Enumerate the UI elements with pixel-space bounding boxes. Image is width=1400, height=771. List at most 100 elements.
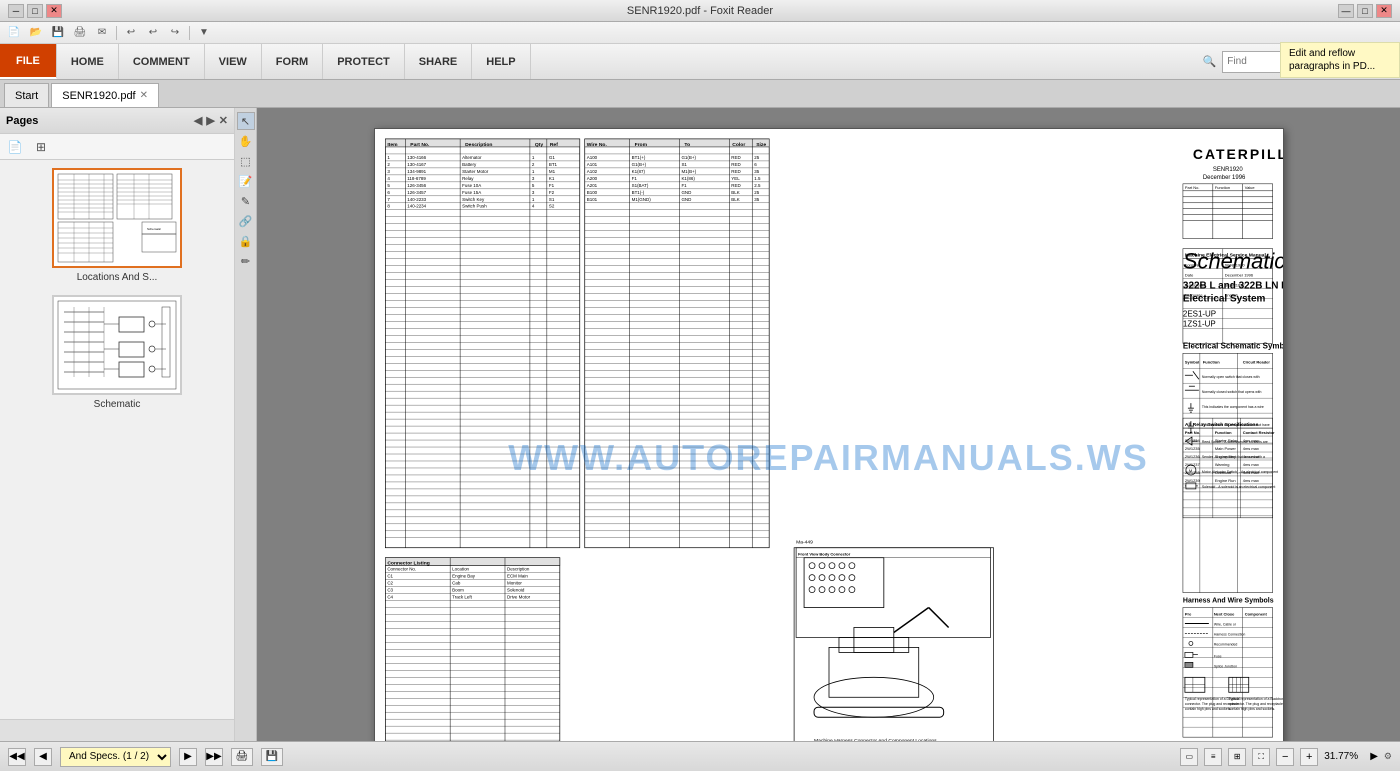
- search-icon[interactable]: 🔍: [1203, 55, 1217, 68]
- view-facing-button[interactable]: ⊞: [1228, 748, 1246, 766]
- svg-text:Fuse 10A: Fuse 10A: [462, 183, 481, 188]
- tool-cursor[interactable]: ↖: [237, 112, 255, 130]
- svg-text:A201: A201: [586, 183, 597, 188]
- window-title: SENR1920.pdf - Foxit Reader: [88, 5, 1312, 17]
- tab-help[interactable]: HELP: [472, 44, 530, 79]
- svg-text:connector. The plug and recept: connector. The plug and receptacle: [1228, 702, 1282, 706]
- svg-text:Relay: Relay: [462, 176, 474, 181]
- document-area[interactable]: WWW.AUTOREPAIRMANUALS.WS CATERPILLAR SEN…: [257, 108, 1400, 741]
- tab-view[interactable]: VIEW: [205, 44, 262, 79]
- sidebar-bottom: [0, 719, 234, 741]
- svg-text:G1: G1: [548, 155, 554, 160]
- max-btn[interactable]: □: [1357, 4, 1373, 18]
- svg-text:Next Close: Next Close: [1213, 612, 1234, 617]
- tab-form[interactable]: FORM: [262, 44, 323, 79]
- sidebar-nav-right[interactable]: ▶: [206, 114, 214, 127]
- zoom-options-button[interactable]: ▶: [1370, 751, 1378, 762]
- tool-stamp[interactable]: 🔒: [237, 232, 255, 250]
- nav-prev-button[interactable]: ◀: [34, 748, 52, 766]
- sidebar-nav-left[interactable]: ◀: [194, 114, 202, 127]
- tab-document[interactable]: SENR1920.pdf ✕: [51, 83, 159, 107]
- svg-text:4ms max: 4ms max: [1242, 478, 1258, 483]
- page-thumb-2[interactable]: Schematic: [52, 295, 182, 410]
- svg-text:Monitor: Monitor: [506, 581, 521, 586]
- svg-text:1: 1: [531, 155, 534, 160]
- zoom-in-button[interactable]: +: [1300, 748, 1318, 766]
- svg-text:G1(B+): G1(B+): [681, 155, 696, 160]
- nav-first-button[interactable]: ◀◀: [8, 748, 26, 766]
- svg-text:126-3457: 126-3457: [407, 190, 426, 195]
- sidebar-title: Pages: [6, 115, 38, 127]
- view-single-button[interactable]: ▭: [1180, 748, 1198, 766]
- page-thumb-1[interactable]: Schematic Locations And S...: [52, 168, 182, 283]
- svg-text:4ms max: 4ms max: [1242, 462, 1258, 467]
- svg-text:Splice Junction: Splice Junction: [1213, 664, 1236, 668]
- undo-button[interactable]: ↩: [121, 24, 141, 42]
- sidebar-header: Pages ◀ ▶ ✕: [0, 108, 234, 134]
- save-status-button[interactable]: 💾: [261, 748, 283, 766]
- close-button[interactable]: ✕: [46, 4, 62, 18]
- restore-button[interactable]: □: [27, 4, 43, 18]
- tool-select[interactable]: ⬚: [237, 152, 255, 170]
- zoom-out-button[interactable]: −: [1276, 748, 1294, 766]
- svg-text:Typical representation of a Bu: Typical representation of a Buckbond: [1228, 697, 1282, 701]
- tab-file[interactable]: FILE: [0, 44, 57, 79]
- email-button[interactable]: ✉: [92, 24, 112, 42]
- svg-text:5: 5: [531, 183, 534, 188]
- svg-text:F1: F1: [681, 183, 687, 188]
- view-continuous-button[interactable]: ≡: [1204, 748, 1222, 766]
- svg-text:C2: C2: [387, 581, 393, 586]
- tool-draw[interactable]: ✎: [237, 192, 255, 210]
- print-status-button[interactable]: 🖨: [231, 748, 253, 766]
- svg-text:Item: Item: [387, 142, 398, 148]
- sidebar-tool-1[interactable]: 📄: [4, 137, 26, 157]
- svg-text:Supersedes: Supersedes: [1184, 283, 1205, 288]
- svg-text:4ms max: 4ms max: [1242, 470, 1258, 475]
- page-selector[interactable]: And Specs. (1 / 2): [60, 747, 171, 767]
- tool-link[interactable]: 🔗: [237, 212, 255, 230]
- tab-document-label: SENR1920.pdf: [62, 90, 135, 102]
- svg-text:Harness And Wire Symbols: Harness And Wire Symbols: [1182, 598, 1273, 605]
- svg-text:Starter Relay: Starter Relay: [1214, 438, 1237, 443]
- svg-text:Location: Location: [452, 567, 469, 572]
- min-btn[interactable]: —: [1338, 4, 1354, 18]
- sidebar-tool-2[interactable]: ⊞: [30, 137, 52, 157]
- tool-annotate[interactable]: 📝: [237, 172, 255, 190]
- svg-text:2: 2: [531, 162, 534, 167]
- minimize-button[interactable]: ─: [8, 4, 24, 18]
- sidebar-close[interactable]: ✕: [219, 114, 228, 127]
- x-btn[interactable]: ✕: [1376, 4, 1392, 18]
- svg-text:Connector No.: Connector No.: [387, 567, 416, 572]
- nav-last-button[interactable]: ▶▶: [205, 748, 223, 766]
- new-button[interactable]: 📄: [4, 24, 24, 42]
- tab-start[interactable]: Start: [4, 83, 49, 107]
- svg-text:Switch Key: Switch Key: [462, 197, 485, 202]
- svg-text:Form No.: Form No.: [1184, 263, 1201, 268]
- customize-button[interactable]: ▼: [194, 24, 214, 42]
- svg-text:Alternator: Alternator: [462, 155, 482, 160]
- tab-protect[interactable]: PROTECT: [323, 44, 405, 79]
- tool-highlight[interactable]: ✏: [237, 252, 255, 270]
- svg-text:7: 7: [387, 197, 390, 202]
- svg-text:Normally closed switch that op: Normally closed switch that opens with: [1201, 390, 1261, 394]
- svg-text:G1(B+): G1(B+): [631, 162, 646, 167]
- nav-next-button[interactable]: ▶: [179, 748, 197, 766]
- options-icon[interactable]: ⚙: [1384, 751, 1392, 762]
- svg-text:A102: A102: [586, 169, 597, 174]
- undo2-button[interactable]: ↩: [143, 24, 163, 42]
- svg-text:RED: RED: [731, 162, 741, 167]
- tab-home[interactable]: HOME: [57, 44, 119, 79]
- tool-hand[interactable]: ✋: [237, 132, 255, 150]
- svg-text:126-3456: 126-3456: [407, 183, 426, 188]
- view-fullscreen-button[interactable]: ⛶: [1252, 748, 1270, 766]
- tab-comment[interactable]: COMMENT: [119, 44, 205, 79]
- print-button[interactable]: 🖨: [70, 24, 90, 42]
- tab-share[interactable]: SHARE: [405, 44, 473, 79]
- svg-text:B101: B101: [586, 197, 597, 202]
- tab-close-button[interactable]: ✕: [140, 90, 148, 101]
- open-button[interactable]: 📂: [26, 24, 46, 42]
- svg-text:Function: Function: [1214, 185, 1229, 190]
- save-button[interactable]: 💾: [48, 24, 68, 42]
- svg-text:Starter Motor: Starter Motor: [462, 169, 489, 174]
- redo-button[interactable]: ↪: [165, 24, 185, 42]
